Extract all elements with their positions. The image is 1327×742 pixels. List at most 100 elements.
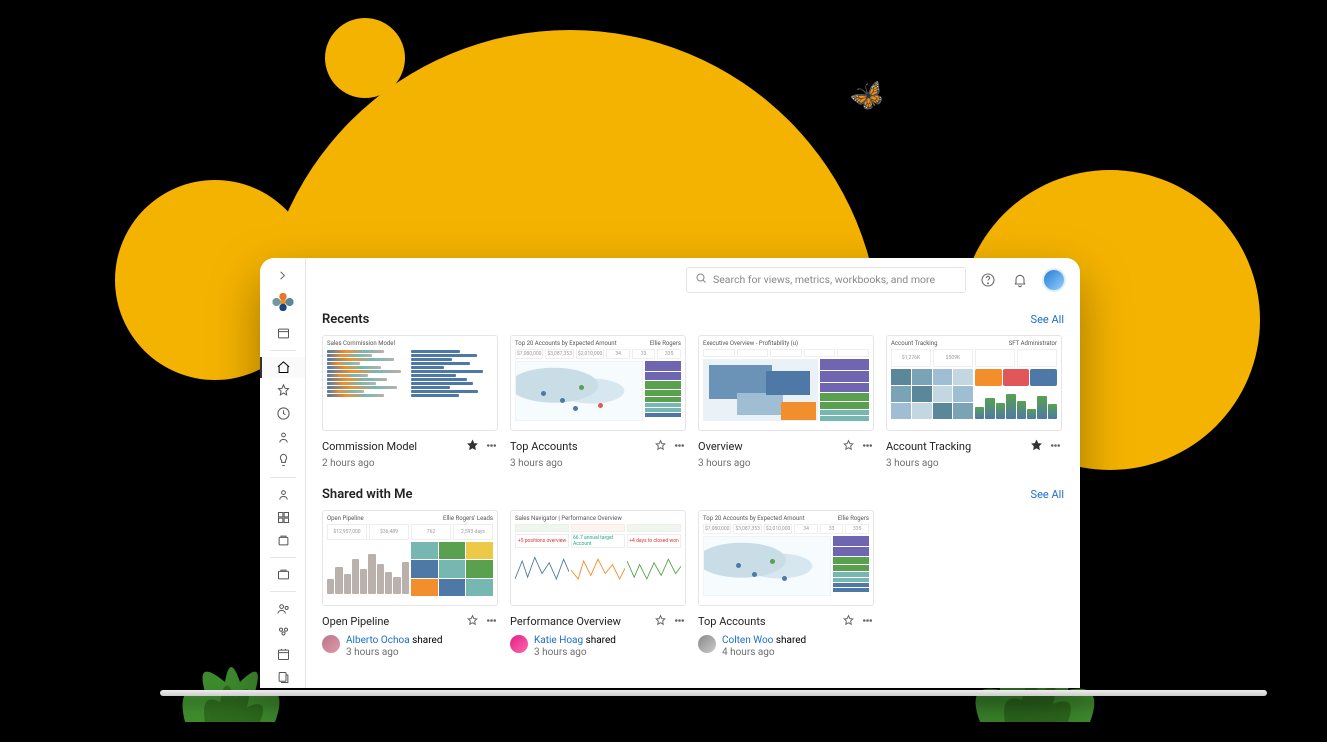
sidebar-toggle[interactable] xyxy=(260,266,305,285)
nav-recommendations[interactable] xyxy=(260,450,305,471)
thumb-title: Account Tracking xyxy=(891,340,937,347)
card-subtitle: 2 hours ago xyxy=(322,458,498,469)
more-icon[interactable] xyxy=(1049,437,1062,456)
card-subtitle: 3 hours ago xyxy=(886,458,1062,469)
card-title[interactable]: Overview xyxy=(698,440,743,453)
nav-home[interactable] xyxy=(260,357,305,378)
nav-shared[interactable] xyxy=(260,427,305,448)
nav-divider xyxy=(270,591,296,592)
nav-users[interactable] xyxy=(260,598,305,619)
main-panel: Search for views, metrics, workbooks, an… xyxy=(306,258,1080,688)
card-byline: Alberto Ochoa shared 3 hours ago xyxy=(322,635,498,659)
bg-blob xyxy=(325,18,405,98)
nav-divider xyxy=(270,477,296,478)
share-time: 4 hours ago xyxy=(722,647,806,659)
star-icon[interactable] xyxy=(654,612,667,631)
share-time: 3 hours ago xyxy=(534,647,616,659)
recents-row: Sales Commission Model xyxy=(322,335,1064,469)
sharer-avatar xyxy=(510,635,528,653)
card-title[interactable]: Open Pipeline xyxy=(322,615,389,628)
card-thumbnail[interactable]: Open PipelineEllie Rogers' Leads $12,957… xyxy=(322,510,498,606)
thumb-owner: Ellie Rogers xyxy=(838,515,869,522)
top-bar: Search for views, metrics, workbooks, an… xyxy=(306,258,1080,302)
more-icon[interactable] xyxy=(673,612,686,631)
recent-card: Top 20 Accounts by Expected Amount Ellie … xyxy=(510,335,686,469)
card-thumbnail[interactable]: Sales Navigator | Performance Overview +… xyxy=(510,510,686,606)
thumb-kpi: $36,489 xyxy=(369,524,409,540)
more-icon[interactable] xyxy=(861,612,874,631)
nav-divider xyxy=(270,557,296,558)
star-icon[interactable] xyxy=(1030,437,1043,456)
search-placeholder: Search for views, metrics, workbooks, an… xyxy=(713,273,935,286)
bee-graphic: 🦋 xyxy=(845,75,889,118)
card-thumbnail[interactable]: Account TrackingSFT Administrator $1,276… xyxy=(886,335,1062,431)
thumb-owner: Ellie Rogers xyxy=(650,340,681,347)
sharer-name[interactable]: Katie Hoag xyxy=(534,635,583,646)
shared-see-all[interactable]: See All xyxy=(1031,488,1064,501)
sharer-name[interactable]: Alberto Ochoa xyxy=(346,635,410,646)
share-action: shared xyxy=(412,635,442,646)
nav-explore[interactable] xyxy=(260,507,305,528)
card-title[interactable]: Account Tracking xyxy=(886,440,971,453)
star-icon[interactable] xyxy=(466,437,479,456)
more-icon[interactable] xyxy=(673,437,686,456)
thumb-title: Sales Navigator | Performance Overview xyxy=(515,515,622,522)
card-byline: Colten Woo shared 4 hours ago xyxy=(698,635,874,659)
thumb-title: Top 20 Accounts by Expected Amount xyxy=(515,340,617,347)
card-thumbnail[interactable]: Top 20 Accounts by Expected Amount Ellie … xyxy=(698,510,874,606)
thumb-title: Sales Commission Model xyxy=(327,340,395,347)
sharer-name[interactable]: Colten Woo xyxy=(722,635,773,646)
card-title[interactable]: Commission Model xyxy=(322,440,417,453)
nav-groups[interactable] xyxy=(260,621,305,642)
recent-card: Account TrackingSFT Administrator $1,276… xyxy=(886,335,1062,469)
star-icon[interactable] xyxy=(466,612,479,631)
shared-title: Shared with Me xyxy=(322,487,412,502)
card-thumbnail[interactable]: Sales Commission Model xyxy=(322,335,498,431)
card-byline: Katie Hoag shared 3 hours ago xyxy=(510,635,686,659)
card-title[interactable]: Top Accounts xyxy=(510,440,578,453)
recents-see-all[interactable]: See All xyxy=(1031,313,1064,326)
nav-external-assets[interactable] xyxy=(260,564,305,585)
nav-jobs[interactable] xyxy=(260,667,305,688)
more-icon[interactable] xyxy=(485,437,498,456)
user-avatar[interactable] xyxy=(1042,268,1066,292)
card-thumbnail[interactable]: Executive Overview - Profitability (u) xyxy=(698,335,874,431)
card-thumbnail[interactable]: Top 20 Accounts by Expected Amount Ellie … xyxy=(510,335,686,431)
bg-blob xyxy=(415,105,445,135)
star-icon[interactable] xyxy=(654,437,667,456)
nav-collections[interactable] xyxy=(260,530,305,551)
share-time: 3 hours ago xyxy=(346,647,442,659)
thumb-kpi: $1,276K xyxy=(891,349,931,367)
tableau-logo[interactable] xyxy=(272,293,294,311)
thumb-tile: +5 positions overview xyxy=(515,534,569,548)
nav-favorites[interactable] xyxy=(260,380,305,401)
new-menu[interactable] xyxy=(260,323,305,344)
recent-card: Executive Overview - Profitability (u) xyxy=(698,335,874,469)
nav-schedules[interactable] xyxy=(260,644,305,665)
star-icon[interactable] xyxy=(842,612,855,631)
thumb-title: Top 20 Accounts by Expected Amount xyxy=(703,515,805,522)
share-action: shared xyxy=(586,635,616,646)
help-icon[interactable] xyxy=(978,270,998,290)
card-title[interactable]: Top Accounts xyxy=(698,615,766,628)
thumb-kpi: $12,957,000 xyxy=(327,524,367,540)
thumb-kpi: $509K xyxy=(933,349,973,367)
star-icon[interactable] xyxy=(842,437,855,456)
recents-title: Recents xyxy=(322,312,369,327)
thumb-title: Open Pipeline xyxy=(327,515,364,522)
recent-card: Sales Commission Model xyxy=(322,335,498,469)
notifications-icon[interactable] xyxy=(1010,270,1030,290)
nav-recents[interactable] xyxy=(260,403,305,424)
app-window: Search for views, metrics, workbooks, an… xyxy=(260,258,1080,688)
thumb-kpi: 762 xyxy=(411,524,451,540)
search-input[interactable]: Search for views, metrics, workbooks, an… xyxy=(686,267,966,293)
content-area: Recents See All Sales Commission Model xyxy=(306,302,1080,688)
card-title[interactable]: Performance Overview xyxy=(510,615,621,628)
thumb-kpi: 2,593 days xyxy=(453,524,493,540)
shared-card: Open PipelineEllie Rogers' Leads $12,957… xyxy=(322,510,498,659)
card-subtitle: 3 hours ago xyxy=(510,458,686,469)
nav-personal-space[interactable] xyxy=(260,484,305,505)
more-icon[interactable] xyxy=(861,437,874,456)
more-icon[interactable] xyxy=(485,612,498,631)
share-action: shared xyxy=(776,635,806,646)
